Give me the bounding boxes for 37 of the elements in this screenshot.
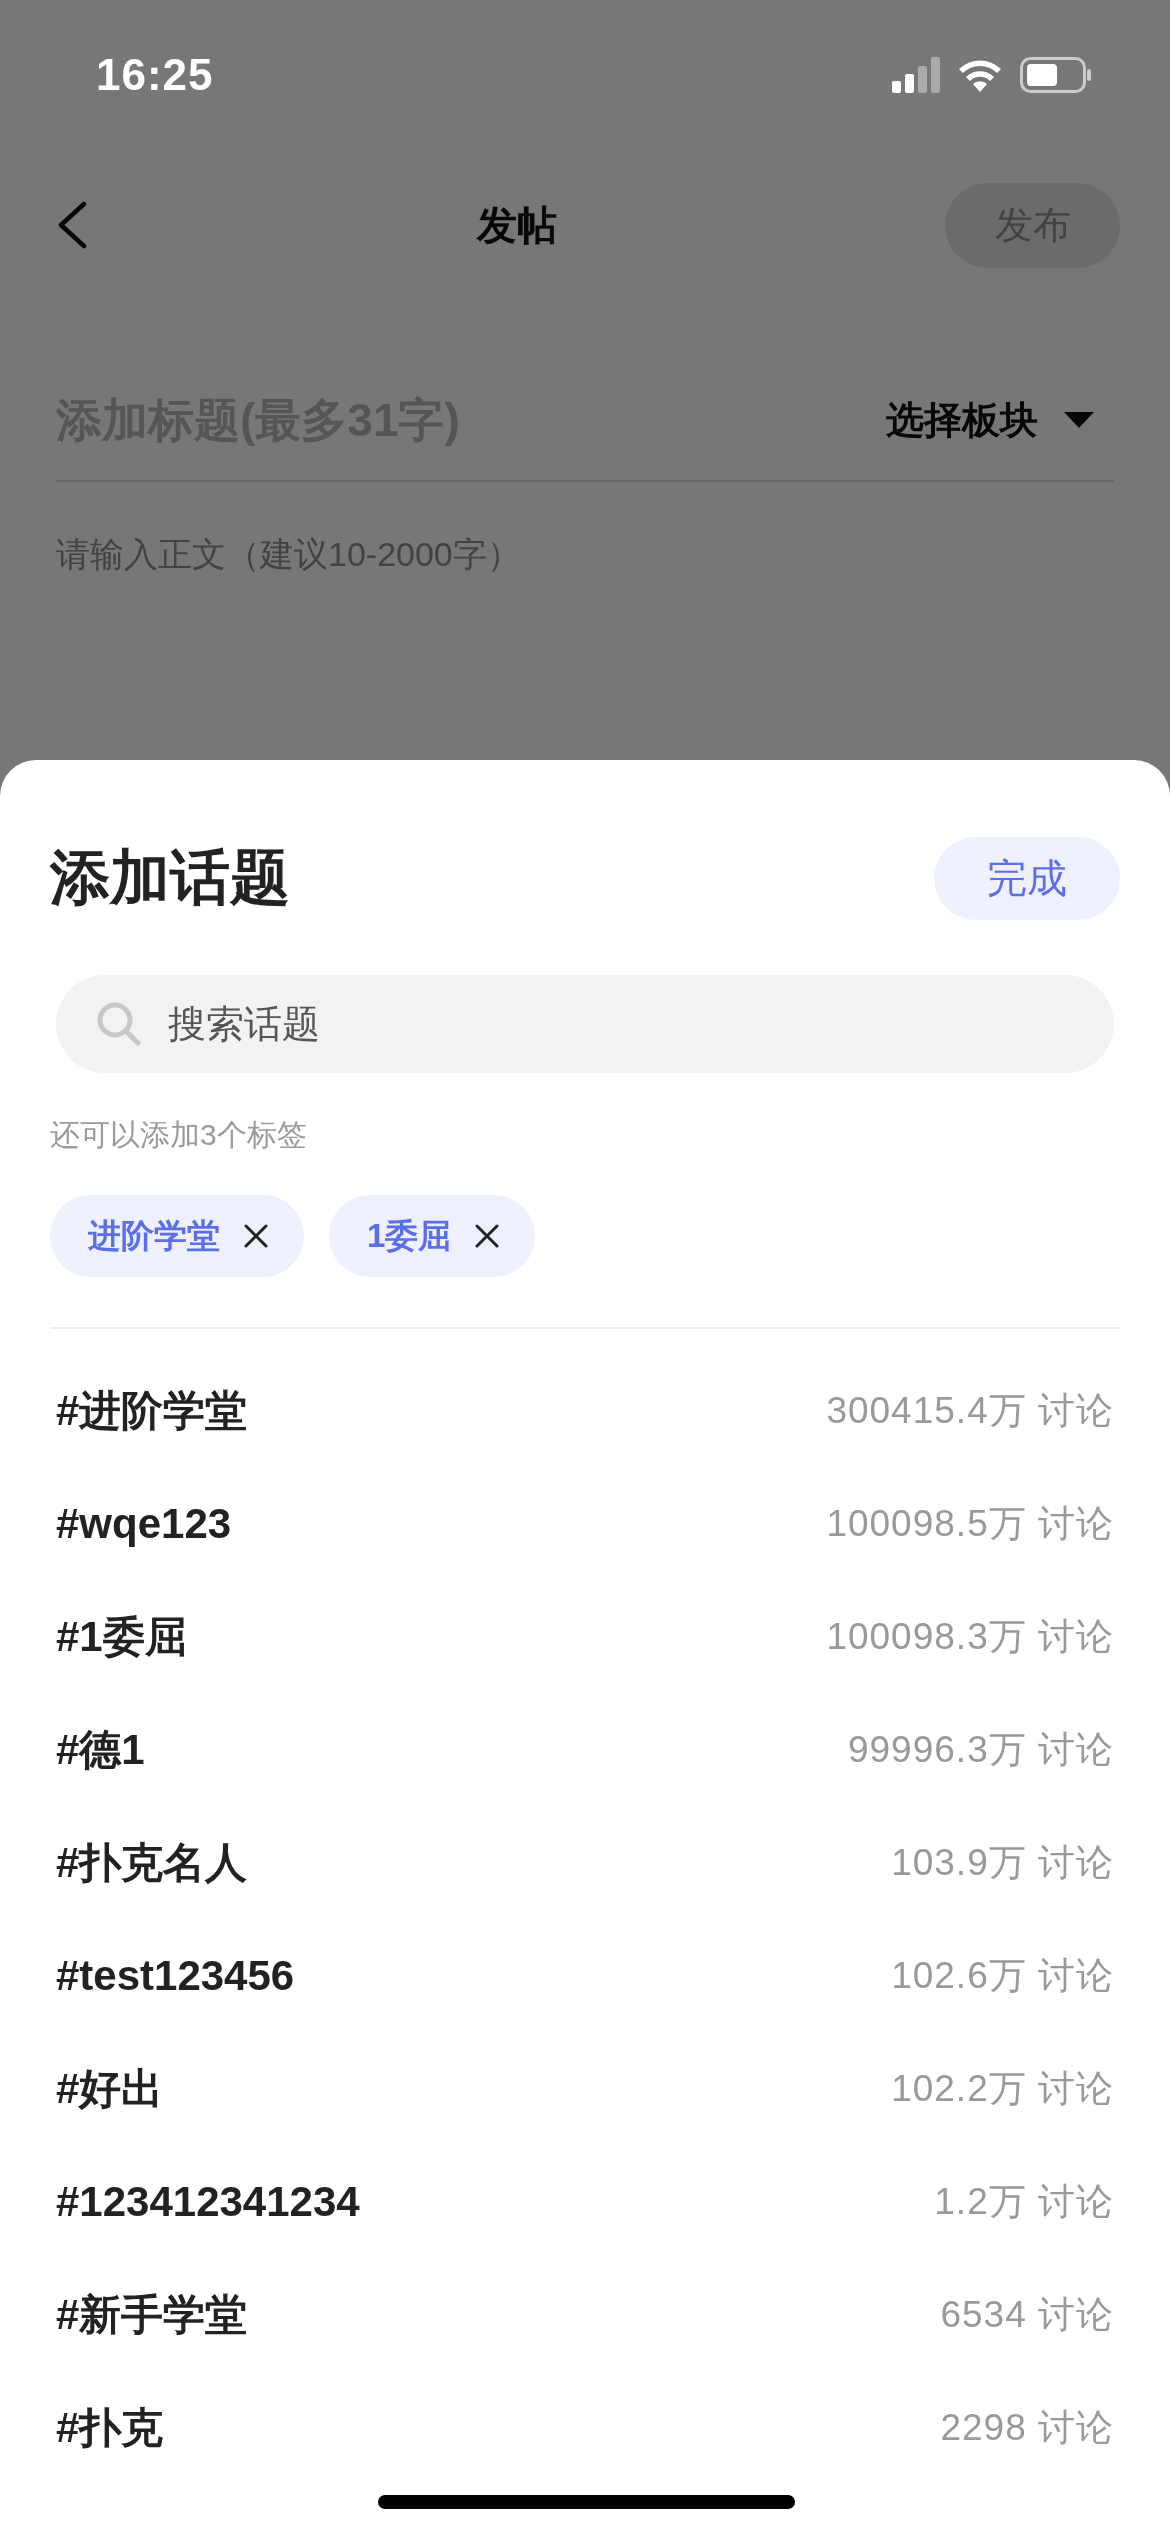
topic-name[interactable]: #123412341234 xyxy=(56,2177,360,2226)
discussion-count: 99996.3万 讨论 xyxy=(847,1727,1114,1772)
board-selector[interactable]: 选择板块 xyxy=(886,394,1114,446)
topic-name[interactable]: #德1 xyxy=(56,1721,145,1778)
discussion-count: 1.2万 讨论 xyxy=(934,2179,1114,2224)
discussion-count: 2298 讨论 xyxy=(940,2405,1114,2450)
discussion-count: 100098.3万 讨论 xyxy=(826,1614,1114,1659)
tag-label: 1委屈 xyxy=(367,1215,452,1256)
discussion-count: 100098.5万 讨论 xyxy=(826,1501,1114,1546)
discussion-count: 103.9万 讨论 xyxy=(891,1840,1114,1885)
wifi-icon xyxy=(958,58,1002,92)
tag-limit-hint: 还可以添加3个标签 xyxy=(50,1117,308,1153)
close-icon[interactable] xyxy=(244,1224,268,1248)
topic-name[interactable]: #新手学堂 xyxy=(56,2286,248,2343)
topic-name[interactable]: #wqe123 xyxy=(56,1499,232,1548)
topic-name[interactable]: #进阶学堂 xyxy=(56,1382,248,1439)
close-icon[interactable] xyxy=(475,1224,500,1248)
signal-icon xyxy=(892,57,940,93)
battery-icon xyxy=(1020,57,1092,93)
discussion-count: 102.6万 讨论 xyxy=(891,1953,1114,1998)
topic-name[interactable]: #扑克 xyxy=(56,2399,164,2456)
clock-time: 16:25 xyxy=(96,50,214,100)
topic-name[interactable]: #扑克名人 xyxy=(56,1834,248,1891)
topic-name[interactable]: #test123456 xyxy=(56,1951,295,2000)
discussion-count: 6534 讨论 xyxy=(940,2292,1114,2337)
discussion-count: 102.2万 讨论 xyxy=(891,2066,1114,2111)
discussion-count: 300415.4万 讨论 xyxy=(826,1388,1114,1433)
search-field[interactable]: 搜索话题 xyxy=(56,975,1114,1073)
done-button[interactable]: 完成 xyxy=(934,837,1120,920)
sheet-title: 添加话题 xyxy=(50,843,290,913)
back-icon[interactable] xyxy=(56,201,88,249)
search-icon xyxy=(96,1001,142,1047)
topic-name[interactable]: #好出 xyxy=(56,2060,164,2117)
dropdown-icon xyxy=(1064,412,1094,428)
topic-name[interactable]: #1委屈 xyxy=(56,1608,187,1665)
tag-label: 进阶学堂 xyxy=(88,1215,220,1256)
page-title: 发帖 xyxy=(476,201,557,249)
